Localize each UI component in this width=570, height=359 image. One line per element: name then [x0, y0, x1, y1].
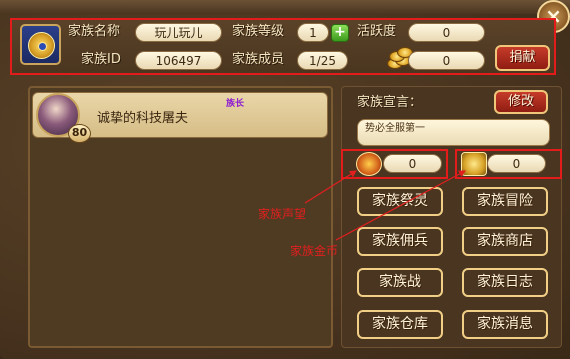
money-arrow: [335, 170, 467, 241]
honor-annotation: 家族声望: [258, 207, 307, 221]
honor-arrow: [304, 170, 358, 204]
money-annotation: 家族金币: [290, 244, 339, 258]
annotation-arrows: [304, 170, 467, 241]
